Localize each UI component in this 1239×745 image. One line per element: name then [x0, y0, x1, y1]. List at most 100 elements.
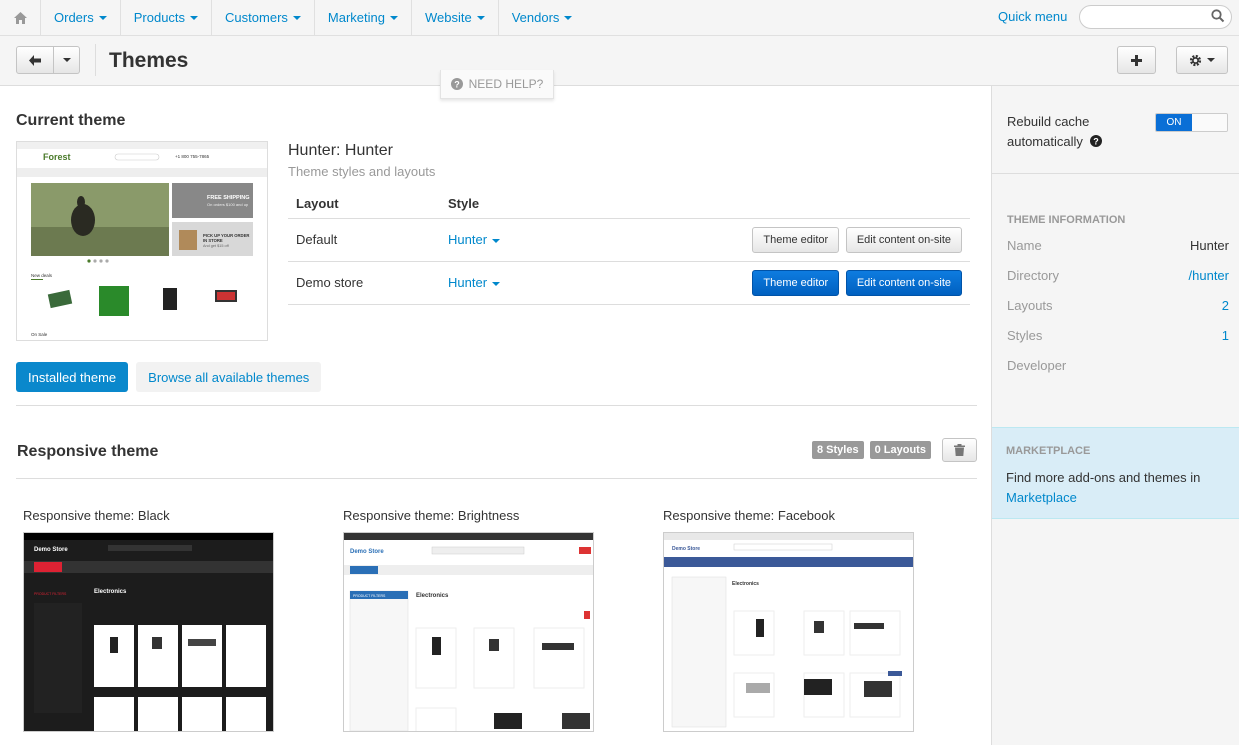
- delete-theme-button[interactable]: [942, 438, 977, 462]
- back-button-group: [16, 46, 80, 74]
- col-actions: [562, 189, 970, 219]
- preview-banner1-sub: On orders $100 and up: [207, 202, 249, 207]
- row-actions: Theme editor Edit content on-site: [562, 261, 970, 305]
- nav-customers-label: Customers: [225, 10, 288, 25]
- chevron-down-icon: [564, 15, 573, 20]
- nav-products[interactable]: Products: [121, 0, 213, 36]
- info-row-layouts: Layouts 2: [1007, 298, 1229, 313]
- nav-vendors[interactable]: Vendors: [499, 0, 586, 36]
- directory-link[interactable]: /hunter: [1189, 268, 1229, 283]
- info-label: Directory: [1007, 268, 1060, 283]
- info-label: Layouts: [1007, 298, 1053, 313]
- arrow-left-icon: [29, 54, 41, 66]
- nav-orders-label: Orders: [54, 10, 94, 25]
- current-theme-name: Hunter: Hunter: [288, 142, 393, 159]
- nav-marketing-label: Marketing: [327, 10, 385, 25]
- trash-icon: [954, 444, 965, 456]
- need-help-button[interactable]: ? NEED HELP?: [440, 70, 554, 99]
- tab-browse-themes[interactable]: Browse all available themes: [136, 362, 322, 392]
- info-row-styles: Styles 1: [1007, 328, 1229, 343]
- chevron-down-icon: [476, 15, 485, 20]
- theme-editor-button[interactable]: Theme editor: [752, 269, 840, 296]
- theme-tabs: Installed theme Browse all available the…: [16, 362, 322, 392]
- chevron-down-icon: [98, 15, 107, 20]
- chevron-down-icon: [292, 15, 301, 20]
- preview-logo: Demo Store: [350, 549, 384, 555]
- info-label: Developer: [1007, 358, 1067, 373]
- preview-heading: Electronics: [94, 589, 127, 595]
- tab-installed-theme[interactable]: Installed theme: [16, 362, 129, 392]
- nav-orders[interactable]: Orders: [41, 0, 121, 36]
- layouts-table: Layout Style Default Hunter Theme editor…: [288, 189, 970, 305]
- style-card-title: Responsive theme: Black: [23, 508, 170, 523]
- style-dropdown[interactable]: Hunter: [440, 261, 563, 305]
- settings-button[interactable]: [1176, 46, 1228, 74]
- divider: [16, 405, 977, 406]
- home-icon[interactable]: [0, 0, 41, 36]
- layout-name: Demo store: [288, 261, 440, 305]
- edit-content-button[interactable]: Edit content on-site: [845, 226, 962, 253]
- chevron-down-icon: [1207, 58, 1215, 62]
- toggle-on-label: ON: [1156, 114, 1192, 131]
- need-help-label: NEED HELP?: [468, 77, 544, 91]
- style-preview-black[interactable]: Demo Store Electronics PRODUCT FILTERS: [23, 532, 274, 732]
- rebuild-cache-text: Rebuild cache automatically: [1007, 114, 1090, 149]
- svg-text:?: ?: [454, 80, 460, 90]
- info-row-name: Name Hunter: [1007, 238, 1229, 253]
- col-layout: Layout: [288, 189, 440, 219]
- marketplace-text: Find more add-ons and themes in Marketpl…: [1006, 468, 1226, 508]
- current-theme-preview[interactable]: Forest +1 800 755-7865 FREE SHIPPING On …: [16, 141, 268, 341]
- rebuild-cache-toggle[interactable]: ON: [1155, 113, 1228, 132]
- styles-link[interactable]: 1: [1222, 328, 1229, 343]
- styles-count-badge: 8 Styles: [812, 441, 864, 459]
- info-row-developer: Developer: [1007, 358, 1229, 373]
- preview-heading: Electronics: [732, 581, 759, 587]
- svg-text:?: ?: [1093, 137, 1099, 147]
- nav-vendors-label: Vendors: [511, 10, 560, 25]
- info-value: Hunter: [1189, 238, 1229, 253]
- toggle-off-area: [1192, 114, 1227, 131]
- theme-editor-button[interactable]: Theme editor: [752, 226, 840, 253]
- layouts-count-badge: 0 Layouts: [869, 441, 931, 459]
- edit-content-button[interactable]: Edit content on-site: [845, 269, 962, 296]
- responsive-theme-title: Responsive theme: [17, 443, 159, 460]
- main-content: Current theme Forest +1 800 755-7865 FRE…: [2, 86, 991, 745]
- preview-logo: Forest: [43, 152, 71, 162]
- back-button[interactable]: [16, 46, 54, 74]
- nav-customers[interactable]: Customers: [212, 0, 315, 36]
- nav-marketing[interactable]: Marketing: [315, 0, 412, 36]
- search-input[interactable]: [1079, 5, 1232, 29]
- preview-new-deals: New deals: [31, 273, 53, 278]
- preview-filters: PRODUCT FILTERS: [353, 594, 386, 598]
- nav-website[interactable]: Website: [412, 0, 499, 36]
- style-preview-brightness[interactable]: Demo Store PRODUCT FILTERS Electronics: [343, 532, 594, 732]
- info-label: Name: [1007, 238, 1042, 253]
- marketplace-link[interactable]: Marketplace: [1006, 490, 1077, 505]
- nav-website-label: Website: [424, 10, 472, 25]
- quick-menu-link[interactable]: Quick menu: [998, 9, 1067, 24]
- layouts-link[interactable]: 2: [1222, 298, 1229, 313]
- plus-icon: [1131, 54, 1142, 66]
- preview-banner2-title2: IN STORE: [203, 238, 223, 243]
- style-dropdown-label: Hunter: [448, 275, 488, 290]
- style-preview-facebook[interactable]: Demo Store Electronics: [663, 532, 914, 732]
- style-dropdown-label: Hunter: [448, 232, 488, 247]
- question-circle-icon[interactable]: ?: [1089, 135, 1102, 147]
- divider: [95, 44, 96, 76]
- history-dropdown-button[interactable]: [54, 46, 80, 74]
- sidebar: Rebuild cache automatically ? ON THEME I…: [991, 86, 1239, 745]
- preview-banner1-title: FREE SHIPPING: [207, 195, 249, 201]
- preview-logo: Demo Store: [672, 546, 700, 552]
- style-dropdown[interactable]: Hunter: [440, 218, 563, 262]
- preview-phone: +1 800 755-7865: [175, 154, 210, 159]
- search-icon[interactable]: [1211, 9, 1225, 23]
- divider: [16, 478, 977, 479]
- preview-on-sale: On Sale: [31, 332, 48, 337]
- theme-info-header: THEME INFORMATION: [1007, 214, 1126, 226]
- gear-icon: [1189, 54, 1202, 66]
- add-button[interactable]: [1117, 46, 1156, 74]
- row-actions: Theme editor Edit content on-site: [562, 218, 970, 262]
- current-theme-subtitle: Theme styles and layouts: [288, 164, 436, 179]
- preview-logo: Demo Store: [34, 547, 68, 553]
- page-header: Themes: [0, 36, 1239, 86]
